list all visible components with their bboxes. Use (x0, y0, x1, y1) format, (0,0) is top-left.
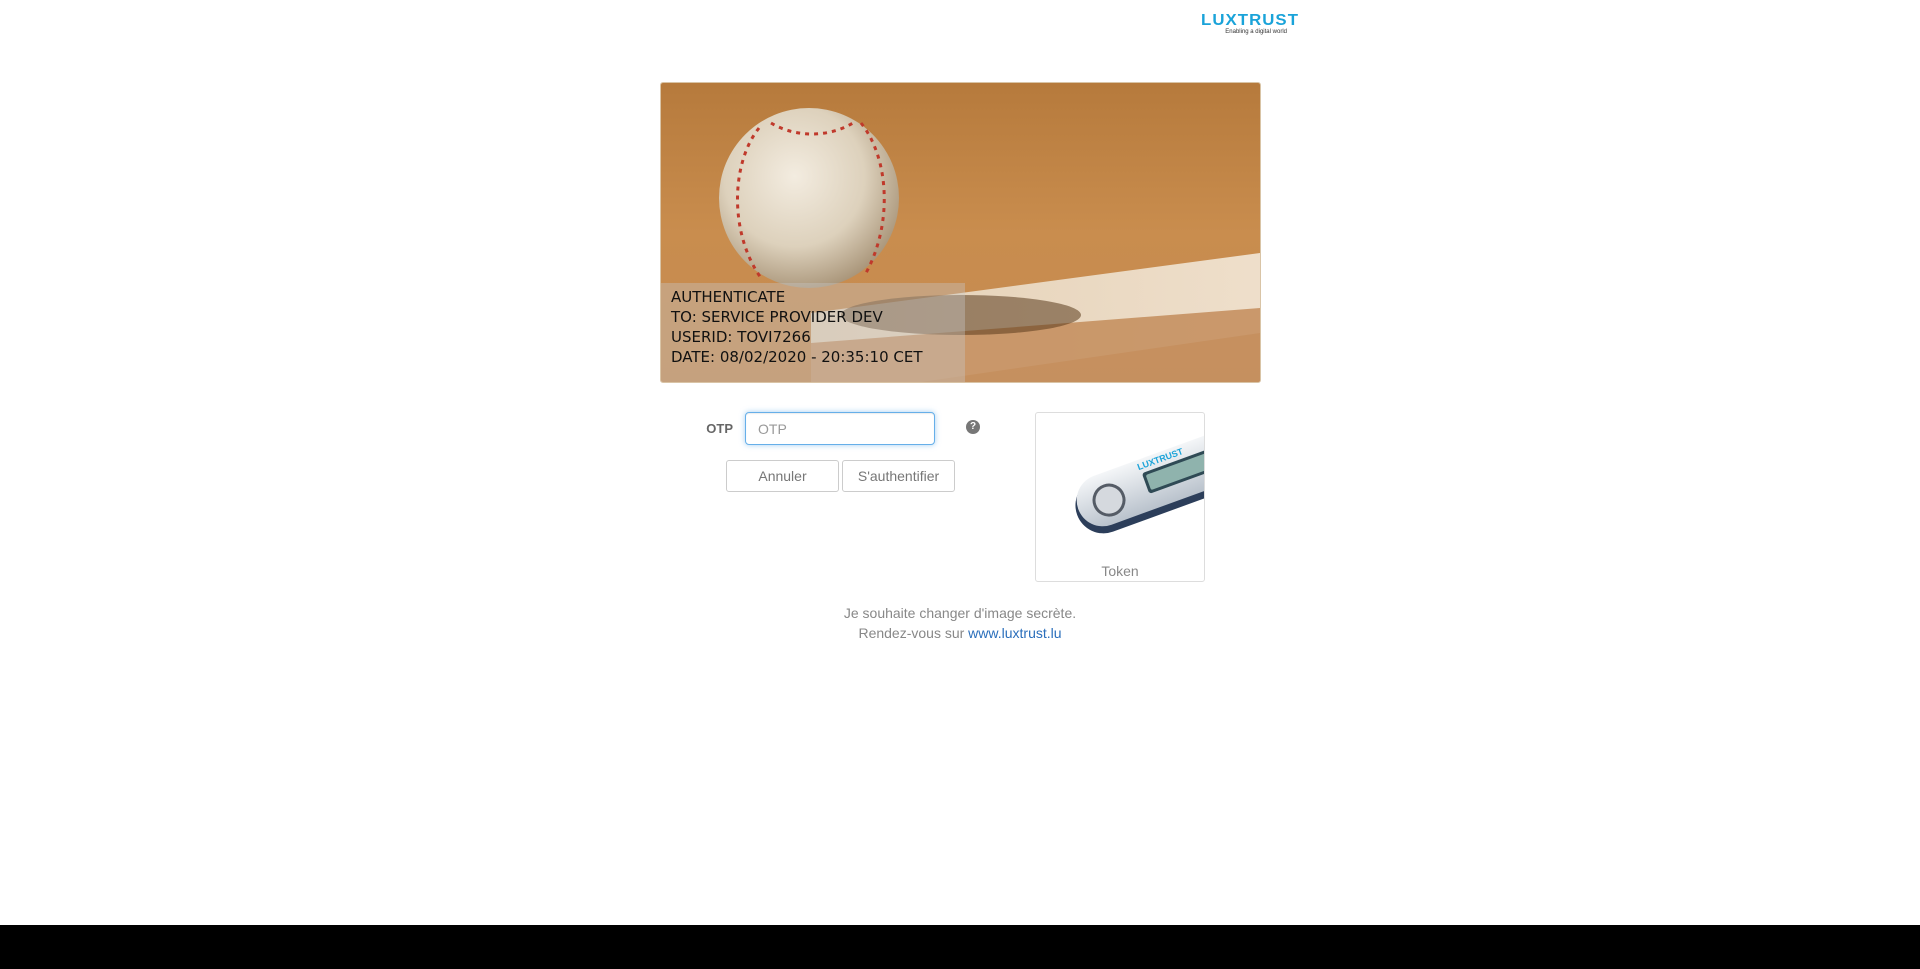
authenticate-button[interactable]: S'authentifier (842, 460, 955, 492)
otp-input[interactable] (745, 412, 935, 445)
token-option-card[interactable]: LUXTRUST Token (1035, 412, 1205, 582)
luxtrust-website-link[interactable]: www.luxtrust.lu (968, 625, 1061, 641)
luxtrust-logo: LUXTRUST Enabling a digital world (1173, 13, 1298, 37)
visit-site-line: Rendez-vous sur www.luxtrust.lu (660, 623, 1260, 643)
question-circle-icon[interactable]: ? (966, 420, 980, 434)
page: LUXTRUST Enabling a digital world AUTHEN… (0, 0, 1920, 969)
bottom-bar (0, 925, 1920, 969)
challenge-line-action: AUTHENTICATE (671, 288, 786, 306)
cancel-button[interactable]: Annuler (726, 460, 839, 492)
secret-image: AUTHENTICATE TO: SERVICE PROVIDER DEV US… (660, 82, 1261, 383)
challenge-line-provider: TO: SERVICE PROVIDER DEV (671, 308, 883, 326)
token-label: Token (1101, 563, 1139, 579)
challenge-overlay: AUTHENTICATE TO: SERVICE PROVIDER DEV US… (661, 283, 965, 382)
visit-site-prefix: Rendez-vous sur (858, 625, 969, 641)
change-image-info: Je souhaite changer d'image secrète. Ren… (660, 603, 1260, 643)
logo-tagline: Enabling a digital world (1225, 29, 1287, 35)
logo-wordmark: LUXTRUST (1201, 12, 1299, 29)
otp-label: OTP (706, 421, 733, 436)
challenge-line-userid: USERID: TOVI7266 (671, 328, 811, 346)
challenge-line-date: DATE: 08/02/2020 - 20:35:10 CET (671, 348, 923, 366)
token-device-icon: LUXTRUST (1075, 431, 1204, 534)
change-image-text: Je souhaite changer d'image secrète. (843, 605, 1077, 621)
